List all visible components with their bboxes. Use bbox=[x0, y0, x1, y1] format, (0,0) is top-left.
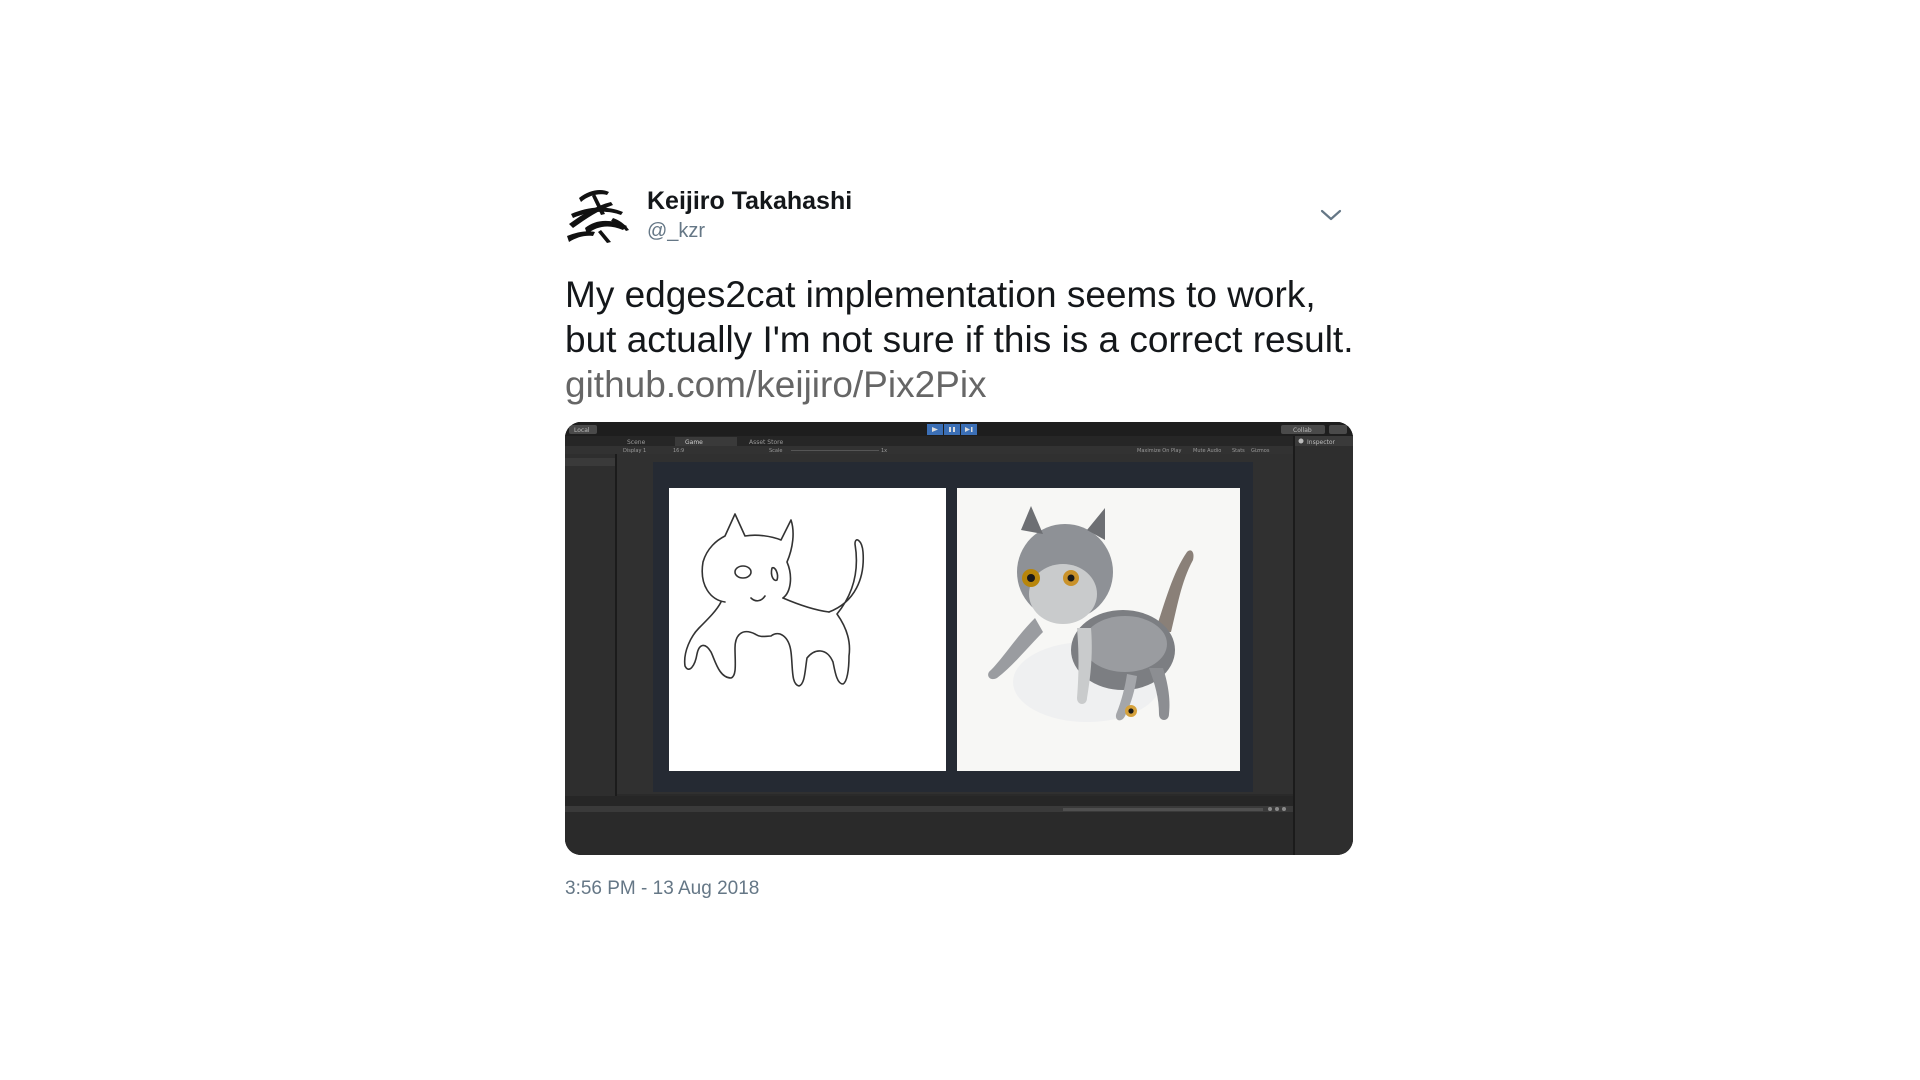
tweet-timestamp[interactable]: 3:56 PM - 13 Aug 2018 bbox=[565, 877, 1352, 901]
avatar[interactable] bbox=[565, 184, 631, 246]
tweet-body: My edges2cat implementation seems to wor… bbox=[565, 274, 1354, 360]
info-icon bbox=[1298, 438, 1304, 444]
tweet-header: Keijiro Takahashi @_kzr bbox=[565, 182, 1352, 248]
tab-game: Game bbox=[685, 439, 703, 446]
maximize-on-play: Maximize On Play bbox=[1137, 448, 1181, 454]
inspector-tab: Inspector bbox=[1307, 439, 1336, 446]
tweet-text: My edges2cat implementation seems to wor… bbox=[565, 272, 1355, 407]
chevron-down-icon[interactable] bbox=[1320, 208, 1342, 222]
scale-label: Scale bbox=[769, 448, 782, 454]
aspect-select: 16:9 bbox=[673, 448, 684, 454]
tweet-link[interactable]: github.com/keijiro/Pix2Pix bbox=[565, 364, 987, 405]
unity-editor-screenshot: Local Collab Scene Game Asset Store Disp… bbox=[565, 422, 1353, 855]
pause-icon bbox=[949, 427, 951, 432]
tab-asset-store: Asset Store bbox=[749, 439, 783, 446]
layout-button: Local bbox=[574, 427, 590, 434]
tab-scene: Scene bbox=[627, 439, 646, 446]
tweet-media[interactable]: Local Collab Scene Game Asset Store Disp… bbox=[565, 422, 1353, 855]
gizmos: Gizmos bbox=[1251, 448, 1270, 454]
collab-button: Collab bbox=[1293, 427, 1312, 434]
scale-value: 1x bbox=[881, 448, 887, 454]
tweet-card: Keijiro Takahashi @_kzr My edges2cat imp… bbox=[565, 182, 1355, 901]
author-handle[interactable]: @_kzr bbox=[647, 218, 852, 244]
mute-audio: Mute Audio bbox=[1193, 448, 1221, 454]
author-display-name[interactable]: Keijiro Takahashi bbox=[647, 186, 852, 216]
display-select: Display 1 bbox=[623, 448, 646, 454]
sketch-image bbox=[669, 488, 952, 771]
stats: Stats bbox=[1232, 448, 1245, 454]
